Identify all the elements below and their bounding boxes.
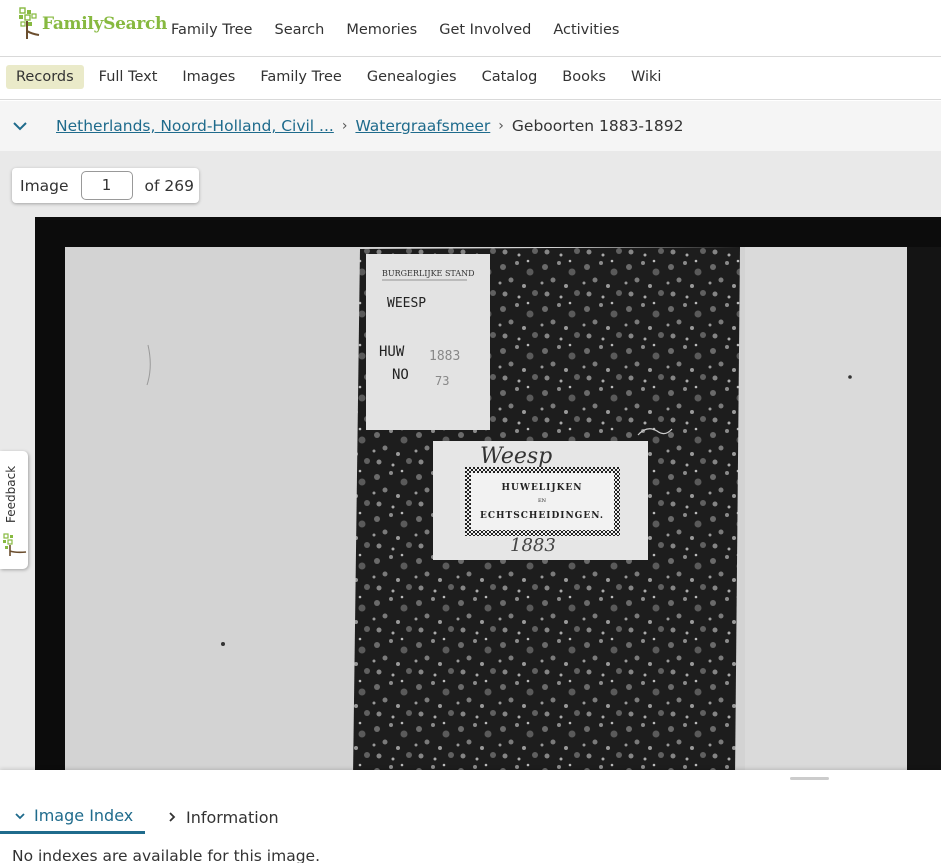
- label-line1-left: HUW: [379, 344, 405, 360]
- chevron-down-icon[interactable]: [11, 117, 29, 135]
- breadcrumb-separator-icon: ›: [341, 118, 348, 134]
- subnav-records[interactable]: Records: [6, 65, 84, 89]
- subnav-images[interactable]: Images: [172, 65, 245, 89]
- image-navigator: Image 1 of 269: [12, 168, 199, 203]
- panel-resize-handle[interactable]: [790, 777, 829, 780]
- subnav-family-tree[interactable]: Family Tree: [250, 65, 351, 89]
- nav-memories[interactable]: Memories: [346, 22, 417, 38]
- breadcrumb-place-link[interactable]: Watergraafsmeer: [355, 117, 490, 135]
- image-total: of 269: [144, 176, 194, 195]
- label-title-line1: HUWELIJKEN: [501, 483, 582, 493]
- label-script-top: Weesp: [480, 444, 552, 469]
- breadcrumb-separator-icon: ›: [498, 118, 504, 134]
- feedback-tab[interactable]: Feedback: [0, 451, 28, 569]
- image-label: Image: [20, 176, 69, 195]
- tab-information[interactable]: Information: [164, 800, 279, 834]
- nav-family-tree[interactable]: Family Tree: [171, 22, 252, 38]
- label-line1-right: 1883: [429, 349, 460, 364]
- tab-image-index-label: Image Index: [34, 806, 134, 825]
- image-details-panel: Image Index Information No indexes are a…: [0, 770, 941, 863]
- no-index-message: No indexes are available for this image.: [12, 847, 321, 863]
- subnav-full-text[interactable]: Full Text: [89, 65, 168, 89]
- subnav-catalog[interactable]: Catalog: [472, 65, 548, 89]
- chevron-down-icon: [15, 812, 25, 819]
- chevron-right-icon: [169, 812, 176, 822]
- main-nav: Family Tree Search Memories Get Involved…: [171, 22, 641, 38]
- label-title-mid: EN: [538, 498, 547, 504]
- label-title-line2: ECHTSCHEIDINGEN.: [480, 511, 604, 521]
- subnav-genealogies[interactable]: Genealogies: [357, 65, 467, 89]
- image-viewer[interactable]: Image 1 of 269 BURGERLIJKE STAND WEESP H…: [0, 151, 941, 770]
- nav-get-involved[interactable]: Get Involved: [439, 22, 531, 38]
- label-header-text: BURGERLIJKE STAND: [382, 269, 475, 278]
- tab-information-label: Information: [186, 807, 279, 827]
- tab-image-index[interactable]: Image Index: [0, 800, 145, 834]
- top-header: FamilySearch Family Tree Search Memories…: [0, 0, 941, 57]
- feedback-label: Feedback: [4, 465, 18, 523]
- breadcrumb: Netherlands, Noord-Holland, Civil ... › …: [56, 117, 683, 135]
- search-subnav: Records Full Text Images Family Tree Gen…: [0, 57, 941, 100]
- familysearch-logo[interactable]: FamilySearch: [18, 6, 167, 42]
- nav-search[interactable]: Search: [274, 22, 324, 38]
- label-line2-left: NO: [392, 367, 409, 383]
- breadcrumb-current: Geboorten 1883-1892: [511, 117, 684, 135]
- nav-activities[interactable]: Activities: [553, 22, 619, 38]
- label-script-year: 1883: [510, 535, 556, 556]
- breadcrumb-collection-link[interactable]: Netherlands, Noord-Holland, Civil ...: [56, 117, 334, 135]
- label-line2-right: 73: [435, 374, 449, 388]
- brand-name: FamilySearch: [42, 14, 168, 34]
- subnav-books[interactable]: Books: [552, 65, 616, 89]
- record-image[interactable]: BURGERLIJKE STAND WEESP HUW 1883 NO 73 W…: [35, 217, 941, 770]
- breadcrumb-bar: Netherlands, Noord-Holland, Civil ... › …: [0, 101, 941, 151]
- subnav-wiki[interactable]: Wiki: [621, 65, 671, 89]
- familysearch-tree-icon: [19, 7, 40, 39]
- label-place-text: WEESP: [387, 296, 426, 311]
- familysearch-tree-icon: [3, 533, 27, 556]
- image-number-input[interactable]: 1: [80, 171, 133, 200]
